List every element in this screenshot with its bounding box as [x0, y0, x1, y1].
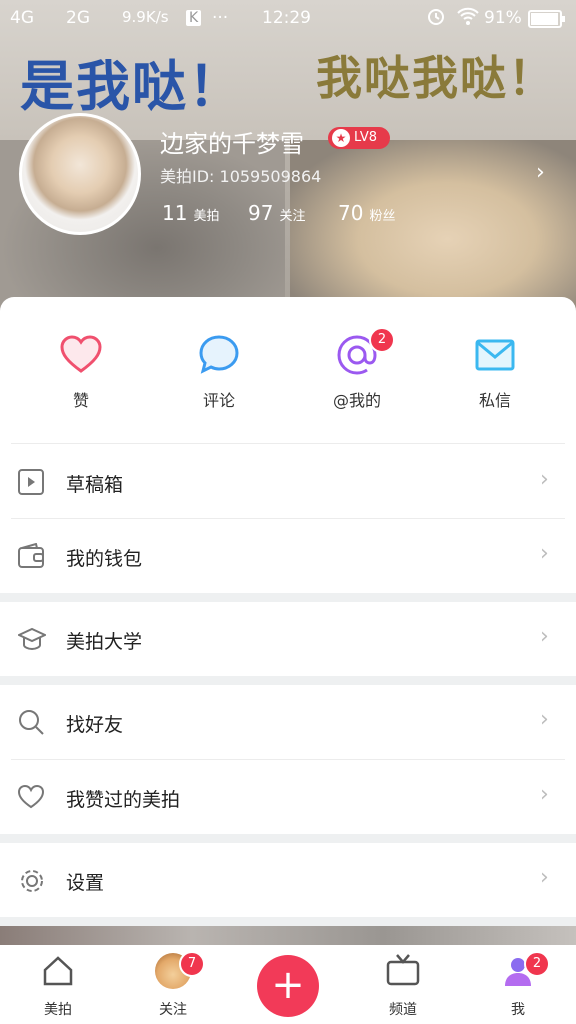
level-text: LV8: [354, 130, 377, 145]
section-gap: [0, 917, 576, 926]
search-icon: [18, 709, 44, 735]
section-gap: [0, 593, 576, 602]
gear-icon: [18, 867, 44, 893]
divider: [11, 443, 565, 444]
chevron-right-icon: ›: [540, 782, 549, 807]
chevron-right-icon[interactable]: ›: [536, 160, 545, 185]
profile-header: 是我哒！ 我哒我哒！ 4G 2G 9.9K/s K ··· 12:29 91% …: [0, 0, 576, 320]
quick-action-label: 私信: [478, 391, 511, 410]
menu-row-find-friends[interactable]: 找好友 ›: [0, 685, 576, 759]
app-notification-icon: K: [186, 10, 202, 26]
tv-icon: [386, 954, 420, 986]
meme-text-right: 我哒我哒！: [316, 51, 556, 105]
menu-row-label: 我的钱包: [66, 548, 143, 570]
menu-row-label: 草稿箱: [66, 474, 124, 496]
tab-bar: 美拍 7 关注 + 频道 2 我: [0, 945, 576, 1024]
menu-row-wallet[interactable]: 我的钱包 ›: [0, 519, 576, 593]
menu-row-label: 我赞过的美拍: [66, 789, 181, 811]
header-photo-right: [290, 140, 576, 320]
level-badge: ★ LV8: [328, 127, 390, 149]
section-gap: [0, 676, 576, 685]
menu-row-settings[interactable]: 设置 ›: [0, 843, 576, 917]
stat-meipai[interactable]: 11 美拍: [162, 201, 219, 225]
stat-value: 11: [162, 201, 188, 225]
stat-label: 美拍: [193, 209, 220, 224]
net-speed: 9.9K/s: [122, 8, 169, 26]
menu-row-university[interactable]: 美拍大学 ›: [0, 602, 576, 676]
notification-badge: 7: [179, 951, 205, 977]
tab-label: 关注: [159, 1002, 187, 1018]
chevron-right-icon: ›: [540, 541, 549, 566]
notification-badge: 2: [524, 951, 550, 977]
stat-value: 97: [248, 201, 274, 225]
chevron-right-icon: ›: [540, 707, 549, 732]
quick-action-comments[interactable]: 评论: [169, 333, 269, 411]
wifi-icon: [456, 6, 480, 31]
username[interactable]: 边家的千梦雪: [160, 124, 304, 159]
battery-percent: 91%: [484, 8, 522, 28]
section-gap: [0, 834, 576, 843]
notification-badge: 2: [369, 327, 395, 353]
stat-following[interactable]: 97 关注: [248, 201, 305, 225]
status-bar: 4G 2G 9.9K/s K ··· 12:29 91%: [0, 0, 576, 36]
menu-row-liked[interactable]: 我赞过的美拍 ›: [0, 760, 576, 834]
chevron-right-icon: ›: [540, 865, 549, 890]
stat-label: 粉丝: [369, 209, 396, 224]
tab-label: 频道: [389, 1002, 417, 1018]
chevron-right-icon: ›: [540, 624, 549, 649]
menu-row-drafts[interactable]: 草稿箱 ›: [0, 445, 576, 519]
chevron-right-icon: ›: [540, 467, 549, 492]
mail-icon: [473, 333, 517, 377]
quick-action-messages[interactable]: 私信: [445, 333, 545, 411]
alarm-icon: [426, 6, 446, 31]
quick-action-label: 赞: [72, 391, 89, 410]
stat-followers[interactable]: 70 粉丝: [338, 201, 395, 225]
menu-row-label: 找好友: [66, 714, 124, 736]
home-icon: [43, 956, 73, 986]
battery-icon: [528, 10, 566, 33]
quick-action-likes[interactable]: 赞: [31, 333, 131, 411]
clock: 12:29: [262, 8, 311, 28]
menu-row-label: 设置: [66, 872, 105, 894]
graduation-cap-icon: [16, 626, 48, 652]
stat-label: 关注: [279, 209, 306, 224]
more-notifications: ···: [212, 8, 229, 28]
tab-label: 我: [511, 1002, 525, 1018]
meipai-id: 美拍ID: 1059509864: [160, 167, 322, 186]
meme-text-left: 是我哒！: [20, 55, 244, 118]
quick-action-mentions[interactable]: 2 @我的: [307, 327, 407, 411]
star-icon: ★: [332, 129, 350, 147]
add-video-button[interactable]: +: [257, 955, 319, 1017]
heart-icon: [59, 333, 103, 377]
comment-icon: [197, 333, 241, 377]
heart-outline-icon: [17, 784, 45, 810]
at-icon: 2: [335, 327, 395, 377]
draft-icon: [18, 469, 44, 495]
menu-row-label: 美拍大学: [66, 631, 143, 653]
network-label: 4G: [10, 8, 34, 28]
tab-label: 美拍: [44, 1002, 72, 1018]
quick-action-label: @我的: [332, 391, 381, 410]
avatar[interactable]: [19, 113, 141, 235]
wallet-icon: [18, 542, 44, 569]
network2-label: 2G: [66, 8, 90, 28]
quick-action-label: 评论: [202, 391, 235, 410]
stat-value: 70: [338, 201, 364, 225]
